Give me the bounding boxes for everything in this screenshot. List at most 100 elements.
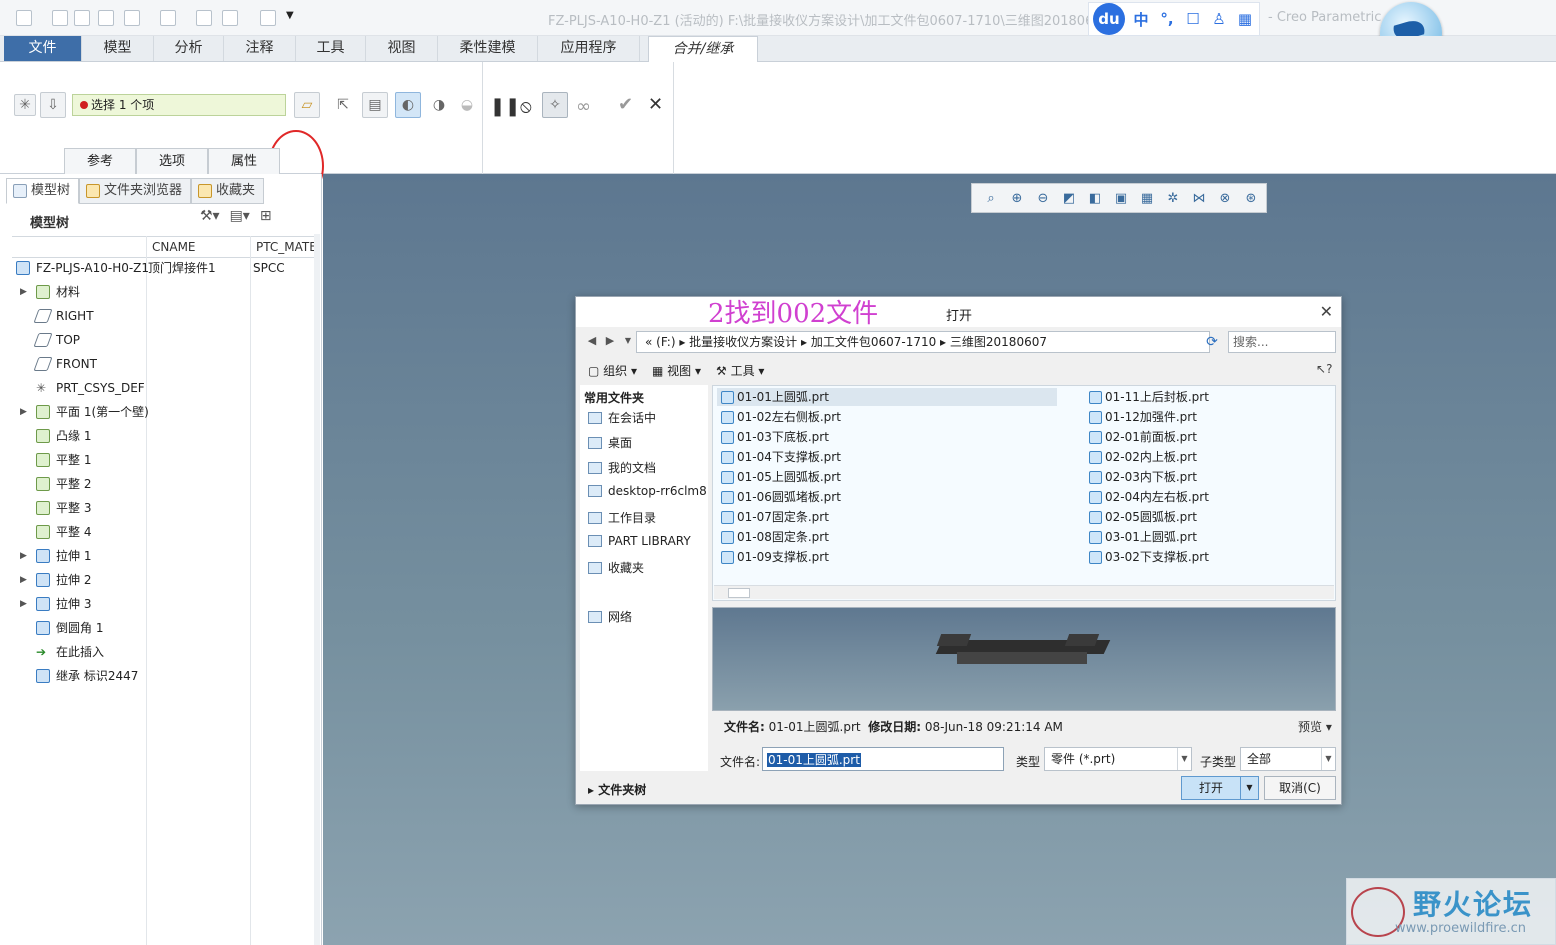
open-button[interactable]: 打开 ▼ [1181,776,1259,800]
scroll-thumb[interactable] [728,588,750,598]
customize-quick-access-icon[interactable]: ▼ [286,10,302,26]
tree-row[interactable]: ▶ 拉伸 1 [16,544,316,568]
organize-menu[interactable]: ▢ 组织 ▾ [588,362,637,379]
add-body-icon[interactable]: ◐ [395,92,421,118]
file-item[interactable]: 02-01前面板.prt [1085,428,1197,446]
open-folder-button[interactable]: ▱ [294,92,320,118]
tab-applications[interactable]: 应用程序 [538,36,640,61]
history-dropdown-icon[interactable]: ▼ [620,333,636,349]
tree-row[interactable]: RIGHT [16,304,316,328]
expand-arrow-icon[interactable]: ▶ [20,400,27,424]
tab-model-tree[interactable]: 模型树 [6,178,80,204]
tab-analysis[interactable]: 分析 [154,36,224,61]
expand-arrow-icon[interactable]: ▶ [20,568,27,592]
expand-arrow-icon[interactable]: ▶ [20,280,27,304]
cancel-x-icon[interactable]: ✕ [648,94,663,115]
place-item[interactable]: 网络 [588,608,632,625]
surface-icon[interactable]: ◒ [454,92,480,118]
close-window-icon[interactable] [260,10,276,26]
preview-toggle[interactable]: 预览 ▾ [1298,718,1332,735]
tree-row[interactable]: FRONT [16,352,316,376]
tab-tools[interactable]: 工具 [296,36,366,61]
file-item[interactable]: 02-04内左右板.prt [1085,488,1209,506]
help-icon[interactable]: ↖? [1316,362,1332,376]
tree-row[interactable]: TOP [16,328,316,352]
refit-icon[interactable]: ⌕ [980,187,1002,209]
preview-icon[interactable]: ✧ [542,92,568,118]
datum-display-icon[interactable]: ✲ [1162,187,1184,209]
folder-tree-toggle[interactable]: ▸ 文件夹树 [588,781,646,798]
ime-chinese-icon[interactable]: 中 [1131,9,1151,30]
repaint-icon[interactable]: ◩ [1058,187,1080,209]
tree-row[interactable]: 平整 1 [16,448,316,472]
save-icon[interactable] [98,10,114,26]
file-item[interactable]: 03-01上圆弧.prt [1085,528,1197,546]
verify-icon[interactable]: ∞ [576,96,591,117]
tree-row[interactable]: ▶ 平面 1(第一个壁) [16,400,316,424]
view-menu[interactable]: ▦ 视图 ▾ [652,362,701,379]
pause-icon[interactable]: ❚❚ [490,96,520,117]
undo-icon[interactable] [124,10,140,26]
tree-row[interactable]: ▶ 材料 [16,280,316,304]
open-file-icon[interactable] [74,10,90,26]
saved-orientations-icon[interactable]: ▣ [1110,187,1132,209]
appearance-icon[interactable]: ⊛ [1240,187,1262,209]
ok-check-icon[interactable]: ✔ [618,94,633,115]
tree-row[interactable]: 平整 4 [16,520,316,544]
tree-row[interactable]: 凸缘 1 [16,424,316,448]
expand-arrow-icon[interactable]: ▶ [20,544,27,568]
windows-icon[interactable] [222,10,238,26]
tab-annotate[interactable]: 注释 [224,36,296,61]
tab-folder-browser[interactable]: 文件夹浏览器 [79,178,192,204]
file-item[interactable]: 01-09支撑板.prt [717,548,829,566]
place-item[interactable]: 工作目录 [588,509,656,526]
place-item[interactable]: PART LIBRARY [588,534,691,548]
file-item[interactable]: 02-05圆弧板.prt [1085,508,1197,526]
place-item[interactable]: 收藏夹 [588,559,644,576]
subtype-select[interactable]: 全部 ▼ [1240,747,1336,771]
place-item[interactable]: 桌面 [588,434,632,451]
file-list-scrollbar[interactable] [714,585,1334,599]
refresh-icon[interactable]: ⟳ [1202,332,1222,352]
place-item[interactable]: 我的文档 [588,459,656,476]
file-item[interactable]: 01-12加强件.prt [1085,408,1197,426]
tree-row[interactable]: ▶ 拉伸 3 [16,592,316,616]
tree-row[interactable]: 倒圆角 1 [16,616,316,640]
type-select[interactable]: 零件 (*.prt) ▼ [1044,747,1192,771]
file-item[interactable]: 01-01上圆弧.prt [717,388,1057,406]
address-bar[interactable]: « (F:) ▸ 批量接收仪方案设计 ▸ 加工文件包0607-1710 ▸ 三维… [636,331,1210,353]
column-ptc-material[interactable]: PTC_MATE [256,240,317,254]
file-item[interactable]: 01-03下底板.prt [717,428,829,446]
zoom-out-icon[interactable]: ⊖ [1032,187,1054,209]
tree-row[interactable]: 继承 标识2447 [16,664,316,688]
tree-settings-icon[interactable]: ⚒▾ [200,208,220,224]
tab-file[interactable]: 文件 [4,36,82,61]
close-icon[interactable]: ✕ [1320,302,1333,321]
view-manager-icon[interactable]: ▦ [1136,187,1158,209]
place-item[interactable]: desktop-rr6clm8 [588,484,707,498]
tree-scrollbar[interactable] [314,234,320,945]
tree-row[interactable]: ✳ PRT_CSYS_DEF [16,376,316,400]
subtab-options[interactable]: 选项 [136,148,208,174]
tree-row[interactable]: 平整 2 [16,472,316,496]
ime-user-icon[interactable]: ♙ [1209,10,1229,28]
expand-arrow-icon[interactable]: ▶ [20,592,27,616]
tab-merge-inherit[interactable]: 合并/继承 [648,36,758,62]
display-style-icon[interactable]: ◧ [1084,187,1106,209]
tree-display-icon[interactable]: ▤▾ [230,208,250,224]
spin-center-icon[interactable]: ⊗ [1214,187,1236,209]
new-file-icon[interactable] [52,10,68,26]
redo-icon[interactable] [160,10,176,26]
tools-menu[interactable]: ⚒ 工具 ▾ [716,362,764,379]
ime-keyboard-icon[interactable]: ☐ [1183,10,1203,28]
file-item[interactable]: 03-02下支撑板.prt [1085,548,1209,566]
annotation-display-icon[interactable]: ⋈ [1188,187,1210,209]
file-item[interactable]: 01-11上后封板.prt [1085,388,1209,406]
file-item[interactable]: 01-06圆弧堵板.prt [717,488,841,506]
zoom-in-icon[interactable]: ⊕ [1006,187,1028,209]
file-item[interactable]: 01-07固定条.prt [717,508,829,526]
column-cname[interactable]: CNAME [152,240,196,254]
file-item[interactable]: 01-08固定条.prt [717,528,829,546]
transform-icon[interactable]: ⇱ [330,92,356,118]
file-item[interactable]: 01-04下支撑板.prt [717,448,841,466]
